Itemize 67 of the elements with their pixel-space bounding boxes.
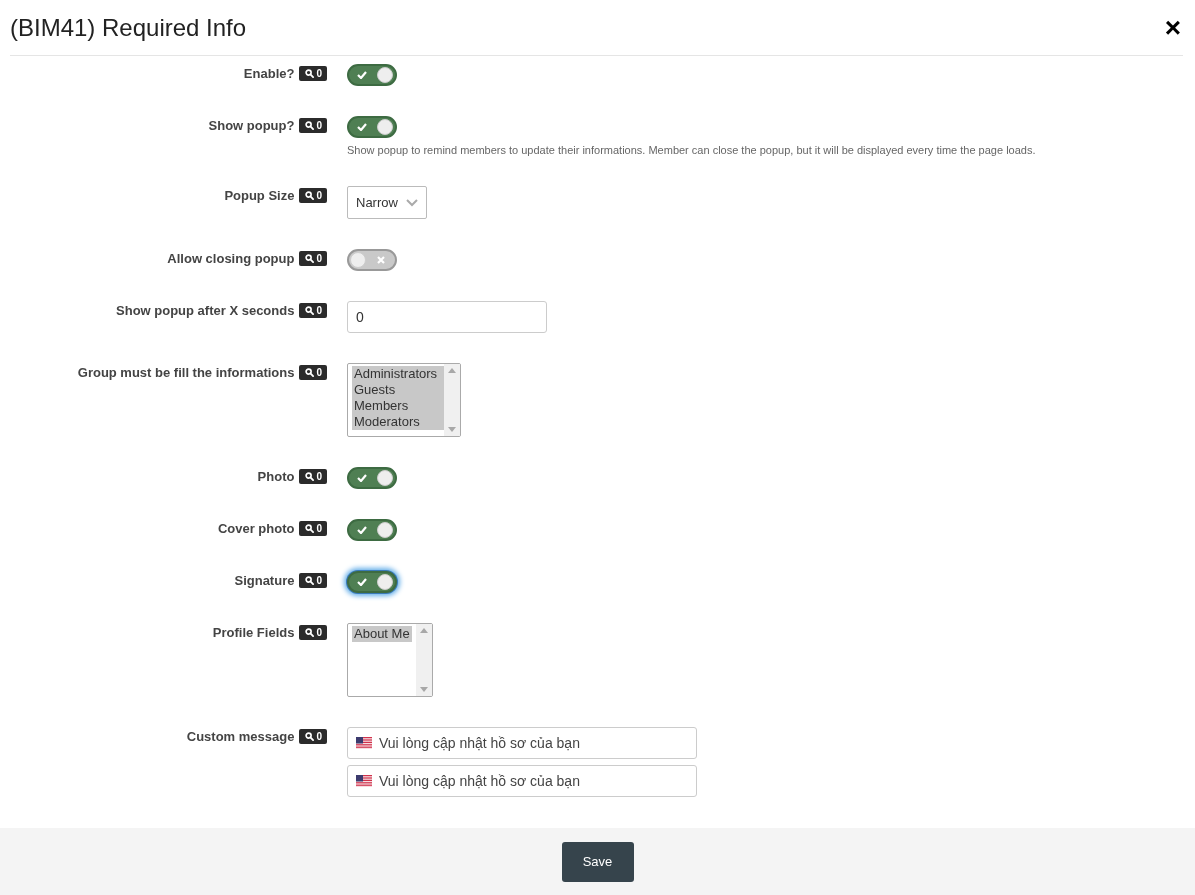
field-label: Popup Size (224, 188, 295, 203)
search-icon (305, 254, 315, 263)
field-label: Photo (257, 469, 295, 484)
number-input-field[interactable]: 0 (347, 301, 547, 333)
scroll-down-icon (420, 687, 428, 692)
list-option[interactable]: Administrators (352, 366, 444, 382)
help-text: Show popup to remind members to update their informations. Member can close the popup, but it will be displayed every time the page loads. (347, 144, 1036, 156)
field-label: Allow closing popup (167, 251, 295, 266)
toggle-switch[interactable] (347, 571, 397, 593)
toggle-switch[interactable] (347, 116, 397, 138)
search-icon (305, 368, 315, 377)
search-icon (305, 576, 315, 585)
toggle-switch[interactable] (347, 519, 397, 541)
search-count-badge[interactable]: 0 (299, 729, 327, 744)
check-icon (357, 123, 367, 131)
search-icon (305, 306, 315, 315)
list-option[interactable]: Guests (352, 382, 444, 398)
list-option[interactable]: About Me (352, 626, 412, 642)
search-icon (305, 628, 315, 637)
scrollbar[interactable] (444, 364, 460, 436)
text-input-field[interactable]: Vui lòng cập nhật hồ sơ của bạn (347, 765, 697, 797)
scroll-up-icon (420, 628, 428, 633)
toggle-switch[interactable] (347, 64, 397, 86)
list-option[interactable]: Members (352, 398, 444, 414)
search-count-badge[interactable]: 0 (299, 118, 327, 133)
field-label: Group must be fill the informations (77, 365, 295, 380)
search-icon (305, 121, 315, 130)
toggle-switch[interactable] (347, 467, 397, 489)
check-icon (357, 578, 367, 586)
search-icon (305, 732, 315, 741)
search-count-badge[interactable]: 0 (299, 625, 327, 640)
search-count-badge[interactable]: 0 (299, 521, 327, 536)
field-label: Profile Fields (212, 625, 295, 640)
chevron-down-icon (405, 198, 418, 207)
x-icon (377, 256, 385, 264)
search-count-badge[interactable]: 0 (299, 303, 327, 318)
check-icon (357, 474, 367, 482)
search-icon (305, 69, 315, 78)
scrollbar[interactable] (416, 624, 432, 696)
search-count-badge[interactable]: 0 (299, 251, 327, 266)
dialog-title: (BIM41) Required Info (10, 13, 247, 42)
save-button[interactable]: Save (561, 841, 634, 882)
search-icon (305, 191, 315, 200)
toggle-switch[interactable] (347, 249, 397, 271)
search-count-badge[interactable]: 0 (299, 469, 327, 484)
close-button[interactable]: × (1162, 13, 1183, 42)
search-icon (305, 472, 315, 481)
field-label: Signature (234, 573, 295, 588)
search-count-badge[interactable]: 0 (299, 365, 327, 380)
check-icon (357, 71, 367, 79)
field-label: Show popup after X seconds (116, 303, 295, 318)
search-count-badge[interactable]: 0 (299, 573, 327, 588)
text-input-field[interactable]: Vui lòng cập nhật hồ sơ của bạn (347, 727, 697, 759)
field-label: Cover photo (217, 521, 295, 536)
search-count-badge[interactable]: 0 (299, 188, 327, 203)
scroll-down-icon (448, 427, 456, 432)
multi-select-list[interactable]: About Me (347, 623, 433, 697)
scroll-up-icon (448, 368, 456, 373)
list-option[interactable]: Moderators (352, 414, 444, 430)
check-icon (357, 526, 367, 534)
search-count-badge[interactable]: 0 (299, 66, 327, 81)
dropdown[interactable]: Narrow (347, 186, 427, 219)
field-label: Custom message (186, 729, 295, 744)
field-label: Show popup? (208, 118, 295, 133)
multi-select-list[interactable]: Administrators Guests Members Moderators (347, 363, 461, 437)
field-label: Enable? (243, 66, 295, 81)
search-icon (305, 524, 315, 533)
